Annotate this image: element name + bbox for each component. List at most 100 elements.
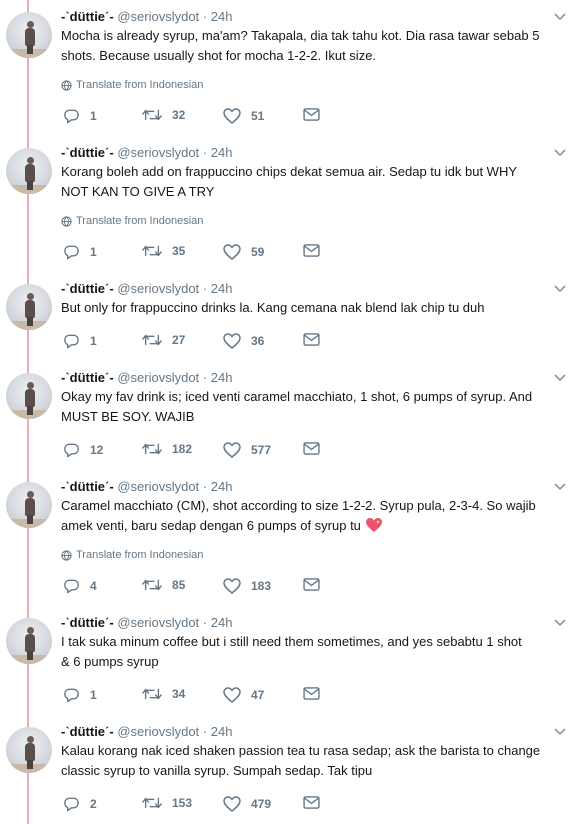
reply-icon (64, 688, 79, 703)
retweet-button[interactable]: 85 (142, 578, 185, 592)
handle[interactable]: @seriovslydot (117, 145, 199, 160)
chevron-down-icon[interactable] (553, 147, 567, 159)
chevron-down-icon[interactable] (553, 372, 567, 384)
display-name[interactable]: -ˋdüttieˊ- (61, 281, 114, 296)
timestamp[interactable]: · 24h (203, 479, 233, 494)
tweet-actions: 1 35 59 (61, 244, 361, 262)
tweet-header: -ˋdüttieˊ- @seriovslydot · 24h (61, 615, 232, 631)
display-name[interactable]: -ˋdüttieˊ- (61, 145, 114, 160)
tweet-text-line: Okay my fav drink is; iced venti caramel… (61, 389, 533, 404)
like-count: 59 (251, 245, 265, 259)
avatar[interactable] (6, 727, 52, 773)
tweet-actions: 1 32 51 (61, 108, 361, 126)
tweet-text-line: Korang boleh add on frappuccino chips de… (61, 164, 518, 179)
retweet-button[interactable]: 35 (142, 244, 185, 258)
timestamp[interactable]: · 24h (203, 615, 233, 630)
chevron-down-icon[interactable] (553, 11, 567, 23)
retweet-count: 34 (172, 687, 186, 701)
chevron-down-icon[interactable] (553, 726, 567, 738)
globe-icon (61, 215, 72, 227)
reply-icon (64, 443, 79, 458)
chevron-down-icon[interactable] (553, 617, 567, 629)
like-count: 51 (251, 109, 265, 123)
translate-label: Translate from Indonesian (76, 549, 204, 561)
reply-button[interactable]: 12 (63, 442, 103, 458)
like-button[interactable]: 36 (223, 333, 264, 349)
reply-count: 1 (90, 109, 97, 123)
like-button[interactable]: 59 (223, 244, 264, 260)
message-button[interactable] (303, 796, 320, 809)
reply-button[interactable]: 1 (63, 244, 97, 260)
translate-link[interactable]: Translate from Indonesian (61, 78, 203, 92)
message-button[interactable] (303, 333, 320, 346)
retweet-count: 27 (172, 333, 186, 347)
tweet-actions: 1 27 36 (61, 333, 361, 351)
avatar[interactable] (6, 482, 52, 528)
handle[interactable]: @seriovslydot (117, 724, 199, 739)
timestamp[interactable]: · 24h (203, 281, 233, 296)
like-button[interactable]: 51 (223, 108, 264, 124)
tweet-text: But only for frappuccino drinks la. Kang… (61, 298, 571, 318)
avatar[interactable] (6, 284, 52, 330)
avatar[interactable] (6, 148, 52, 194)
like-count: 36 (251, 334, 265, 348)
handle[interactable]: @seriovslydot (117, 370, 199, 385)
message-button[interactable] (303, 442, 320, 455)
handle[interactable]: @seriovslydot (117, 9, 199, 24)
heart-icon (223, 442, 241, 458)
retweet-button[interactable]: 182 (142, 442, 192, 456)
reply-button[interactable]: 2 (63, 796, 97, 812)
message-button[interactable] (303, 578, 320, 591)
translate-label: Translate from Indonesian (76, 79, 204, 91)
chevron-down-icon[interactable] (553, 283, 567, 295)
avatar[interactable] (6, 618, 52, 664)
retweet-count: 32 (172, 108, 186, 122)
reply-button[interactable]: 1 (63, 333, 97, 349)
retweet-button[interactable]: 34 (142, 687, 185, 701)
tweet-text-line: Kalau korang nak iced shaken passion tea… (61, 743, 541, 758)
avatar[interactable] (6, 12, 52, 58)
display-name[interactable]: -ˋdüttieˊ- (61, 479, 114, 494)
handle[interactable]: @seriovslydot (117, 615, 199, 630)
message-button[interactable] (303, 244, 320, 257)
tweet-text-line: & 6 pumps syrup (61, 654, 159, 669)
avatar[interactable] (6, 373, 52, 419)
tweet-header: -ˋdüttieˊ- @seriovslydot · 24h (61, 370, 232, 386)
envelope-icon (303, 244, 320, 257)
translate-link[interactable]: Translate from Indonesian (61, 548, 203, 562)
tweet-text: Mocha is already syrup, ma'am? Takapala,… (61, 26, 571, 66)
tweet-actions: 1 34 47 (61, 687, 361, 705)
sparkling-heart-emoji-icon (365, 518, 382, 532)
reply-icon (64, 245, 79, 260)
timestamp[interactable]: · 24h (203, 9, 233, 24)
retweet-button[interactable]: 153 (142, 796, 192, 810)
message-button[interactable] (303, 108, 320, 121)
like-button[interactable]: 47 (223, 687, 264, 703)
retweet-icon (142, 443, 162, 455)
translate-link[interactable]: Translate from Indonesian (61, 214, 203, 228)
timestamp[interactable]: · 24h (203, 724, 233, 739)
like-button[interactable]: 577 (223, 442, 271, 458)
tweet-actions: 12 182 577 (61, 442, 361, 460)
reply-button[interactable]: 1 (63, 108, 97, 124)
handle[interactable]: @seriovslydot (117, 479, 199, 494)
retweet-button[interactable]: 27 (142, 333, 185, 347)
timestamp[interactable]: · 24h (203, 370, 233, 385)
like-button[interactable]: 183 (223, 578, 271, 594)
envelope-icon (303, 796, 320, 809)
like-count: 479 (251, 797, 272, 811)
reply-button[interactable]: 4 (63, 578, 97, 594)
display-name[interactable]: -ˋdüttieˊ- (61, 9, 114, 24)
display-name[interactable]: -ˋdüttieˊ- (61, 724, 114, 739)
envelope-icon (303, 333, 320, 346)
timestamp[interactable]: · 24h (203, 145, 233, 160)
display-name[interactable]: -ˋdüttieˊ- (61, 370, 114, 385)
reply-button[interactable]: 1 (63, 687, 97, 703)
chevron-down-icon[interactable] (553, 481, 567, 493)
reply-icon (64, 579, 79, 594)
handle[interactable]: @seriovslydot (117, 281, 199, 296)
display-name[interactable]: -ˋdüttieˊ- (61, 615, 114, 630)
retweet-button[interactable]: 32 (142, 108, 185, 122)
message-button[interactable] (303, 687, 320, 700)
like-button[interactable]: 479 (223, 796, 271, 812)
